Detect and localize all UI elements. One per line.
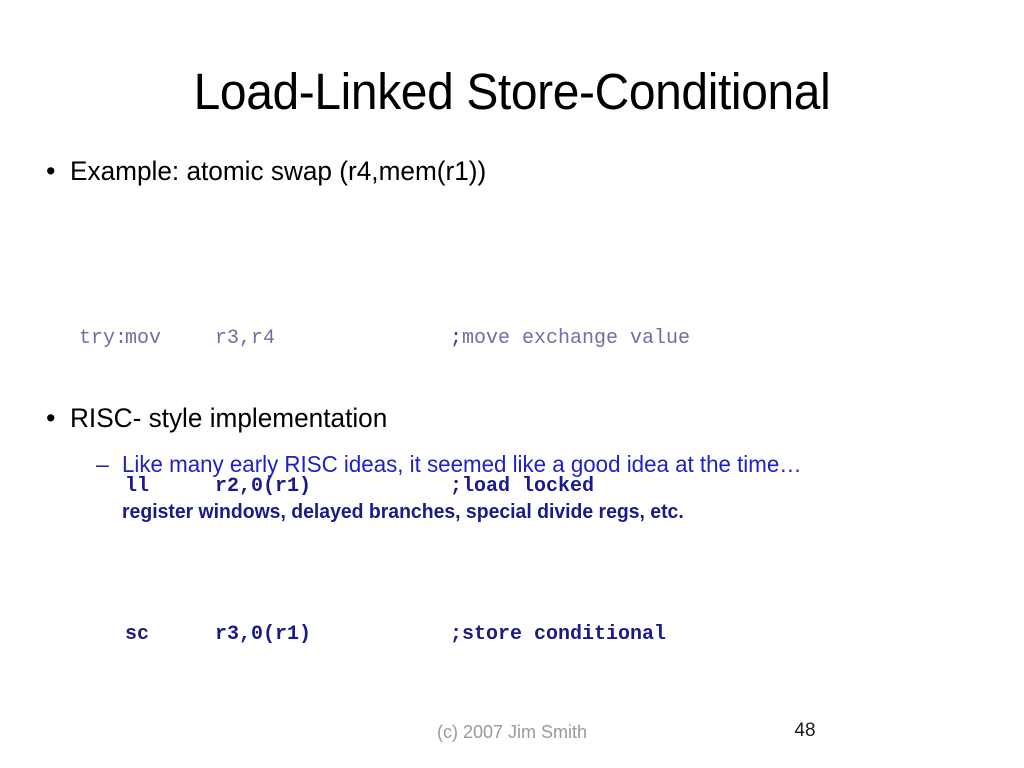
code-comment: ;store conditional: [450, 616, 666, 653]
code-comment-semicolon: ;: [450, 327, 463, 350]
code-operands: r3,0(r1): [215, 623, 312, 646]
code-mnemonic: sc: [125, 623, 150, 646]
code-mnemonic: mov: [125, 327, 162, 350]
footer-copyright: (c) 2007 Jim Smith: [436, 722, 588, 742]
code-label: try:: [79, 327, 128, 350]
sub-bullet-note-label: register windows, delayed branches, spec…: [122, 501, 684, 523]
code-comment: ;move exchange value: [450, 320, 690, 357]
bullet-risc: • RISC- style implementation: [40, 401, 990, 435]
bullet-example-label: Example: atomic swap (r4,mem(r1)): [70, 156, 487, 186]
bullet-risc-label: RISC- style implementation: [70, 403, 388, 433]
slide-title: Load-Linked Store-Conditional: [193, 63, 831, 120]
code-operands: r3,try: [215, 764, 450, 768]
bullet-marker-icon: •: [46, 156, 56, 186]
code-comment-text: store conditional: [462, 623, 667, 646]
sub-bullet-risc-idea-label: Like many early RISC ideas, it seemed li…: [122, 451, 802, 477]
bullet-marker-icon: •: [46, 403, 56, 433]
code-mnemonic: beqz: [125, 764, 215, 768]
code-comment-semicolon: ;: [450, 623, 463, 646]
code-line: sc r3,0(r1) ;store conditional: [79, 616, 690, 653]
code-line: try: mov r3,r4 ;move exchange value: [79, 320, 690, 357]
bullet-example: • Example: atomic swap (r4,mem(r1)): [40, 154, 990, 188]
slide-canvas: Load-Linked Store-Conditional • Example:…: [0, 0, 1024, 768]
sub-bullet-risc-idea: – Like many early RISC ideas, it seemed …: [96, 449, 996, 479]
code-operands: r3,r4: [215, 327, 276, 350]
dash-marker-icon: –: [96, 451, 109, 477]
slide-page-number: 48: [794, 720, 816, 741]
code-block: try: mov r3,r4 ;move exchange value ll r…: [79, 209, 690, 768]
code-comment: ;if store fails: [450, 764, 630, 768]
code-comment-text: move exchange value: [462, 327, 691, 350]
code-line: beqz r3,try ;if store fails: [79, 764, 690, 768]
